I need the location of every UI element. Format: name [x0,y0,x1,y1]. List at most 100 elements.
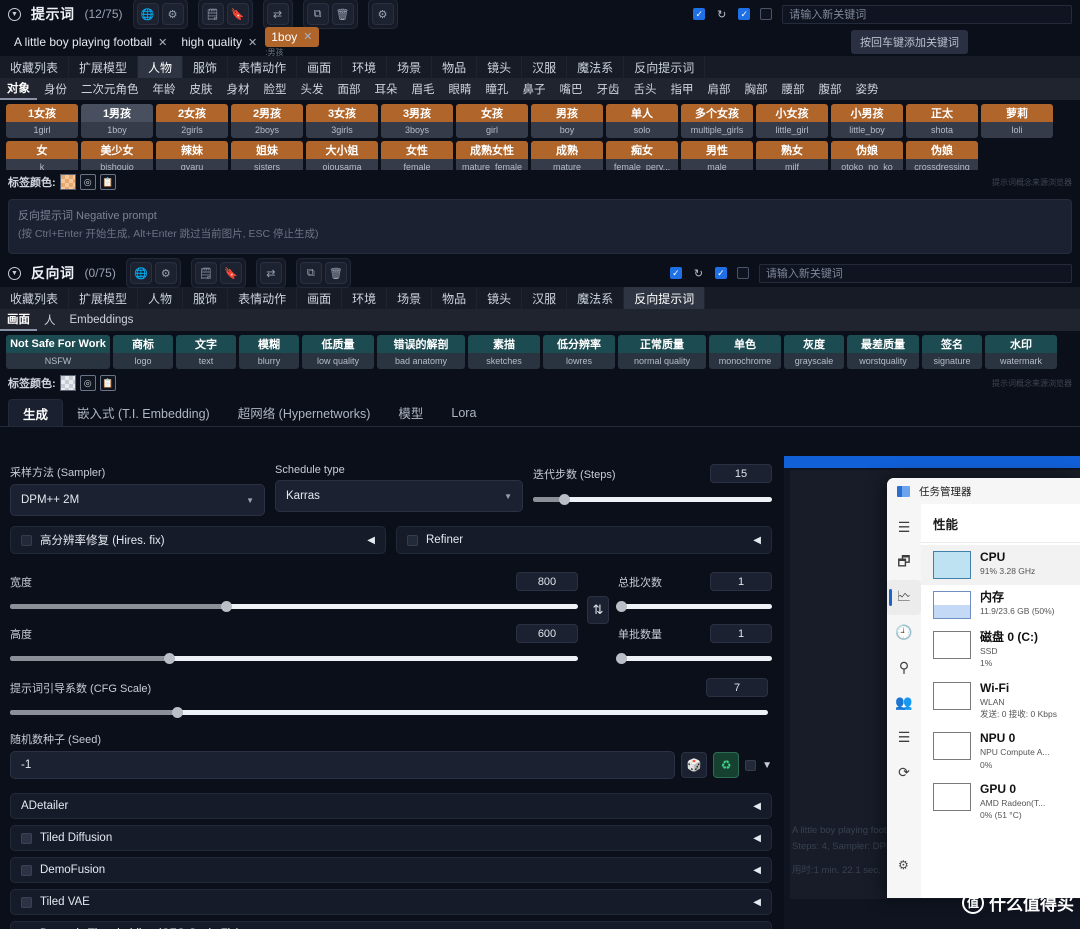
tag-otoko_no_ko[interactable]: 伪娘 otoko_no_ko [831,141,903,170]
swap-dimensions-button[interactable]: ⇅ [587,596,609,624]
keyword-input-positive[interactable]: 请输入新关键词 [782,4,1072,24]
performance-item-Wi-Fi[interactable]: Wi-Fi WLAN 发送: 0 接收: 0 Kbps [921,676,1080,727]
positive-category-收藏列表[interactable]: 收藏列表 [0,56,70,78]
positive-category-汉服[interactable]: 汉服 [522,56,568,78]
users-icon[interactable]: 👥 [887,685,921,720]
collapse-chevron-icon[interactable]: ▼ [8,7,21,21]
positive-subcategory-嘴巴[interactable]: 嘴巴 [553,78,590,100]
positive-subcategory-姿势[interactable]: 姿势 [849,78,886,100]
positive-subcategory-皮肤[interactable]: 皮肤 [183,78,220,100]
positive-subcategory-眉毛[interactable]: 眉毛 [405,78,442,100]
copy-icon[interactable]: ⧉ [299,262,322,284]
task-manager-window[interactable]: 任务管理器 ☰ 🗗 🗠 🕘 ⚲ 👥 ☰ ⟳ 性能 CPU 91% 3.28 GHz… [887,478,1080,898]
tag-gyaru[interactable]: 辣妹 gyaru [156,141,228,170]
tag-1girl[interactable]: 1女孩 1girl [6,104,78,138]
tag-2girls[interactable]: 2女孩 2girls [156,104,228,138]
tag-milf[interactable]: 熟女 milf [756,141,828,170]
negative-tag-sketches[interactable]: 素描 sketches [468,335,540,369]
paste-color-icon[interactable]: 📋 [99,174,116,190]
negative-tag-low quality[interactable]: 低质量 low quality [302,335,374,369]
keyword-input-negative[interactable]: 请输入新关键词 [758,263,1073,283]
positive-category-扩展模型[interactable]: 扩展模型 [69,56,139,78]
reset-color-icon[interactable]: ◎ [79,375,96,391]
negative-category-扩展模型[interactable]: 扩展模型 [69,287,139,309]
expand-triangle-icon[interactable]: ◀ [753,897,761,908]
tag-solo[interactable]: 单人 solo [606,104,678,138]
main-tab-生成[interactable]: 生成 [8,399,64,426]
batch-size-slider[interactable] [616,651,772,665]
height-value[interactable]: 600 [516,624,578,643]
positive-subcategory-指甲[interactable]: 指甲 [664,78,701,100]
toggle-translate-checkbox[interactable]: ✓ [738,8,751,20]
positive-category-表情动作[interactable]: 表情动作 [228,56,298,78]
tag-male[interactable]: 男性 male [681,141,753,170]
positive-subcategory-胸部[interactable]: 胸部 [738,78,775,100]
positive-category-人物[interactable]: 人物 [138,56,184,78]
negative-tag-text[interactable]: 文字 text [176,335,236,369]
tag-crossdressing[interactable]: 伪娘 crossdressing [906,141,978,170]
expand-triangle-icon[interactable]: ◀ [753,865,761,876]
positive-subcategory-年龄[interactable]: 年龄 [146,78,183,100]
cfg-scale-value[interactable]: 7 [706,678,768,697]
performance-item-CPU[interactable]: CPU 91% 3.28 GHz [921,545,1080,585]
random-seed-button[interactable]: 🎲 [681,752,708,778]
tag-mature_female[interactable]: 成熟女性 mature_female [456,141,528,170]
negative-category-魔法系[interactable]: 魔法系 [567,287,625,309]
negative-category-收藏列表[interactable]: 收藏列表 [0,287,70,309]
chevron-down-icon[interactable]: ▼ [762,760,772,771]
expand-triangle-icon[interactable]: ◀ [753,833,761,844]
accordion-Dynamic Thresholding (CFG Scale Fix)[interactable]: Dynamic Thresholding (CFG Scale Fix)◀ [10,921,772,929]
details-icon[interactable]: ☰ [887,720,921,755]
positive-subcategory-身份[interactable]: 身份 [37,78,74,100]
refresh-icon[interactable]: ↻ [692,267,705,280]
toggle-panel-checkbox[interactable] [760,8,773,20]
apps-icon[interactable]: 🗗 [887,545,921,580]
accordion-Tiled Diffusion[interactable]: Tiled Diffusion ◀ [10,825,772,851]
accordion-checkbox[interactable] [21,896,32,908]
list-add-icon[interactable]: 🗒 [194,262,217,284]
expand-triangle-icon[interactable]: ◀ [367,535,375,546]
bookmark-icon[interactable]: 🔖 [226,3,249,25]
tag-mature[interactable]: 成熟 mature [531,141,603,170]
negative-category-表情动作[interactable]: 表情动作 [228,287,298,309]
negative-prompt-textarea[interactable]: 反向提示词 Negative prompt (按 Ctrl+Enter 开始生成… [8,199,1072,254]
performance-item-NPU 0[interactable]: NPU 0 NPU Compute A... 0% [921,726,1080,777]
expand-triangle-icon[interactable]: ◀ [753,535,761,546]
negative-category-人物[interactable]: 人物 [138,287,184,309]
positive-subcategory-鼻子[interactable]: 鼻子 [516,78,553,100]
steps-slider[interactable] [533,492,772,506]
height-slider[interactable] [10,651,578,665]
toggle-auto-checkbox[interactable]: ✓ [669,267,682,279]
performance-item-磁盘 0 (C:)[interactable]: 磁盘 0 (C:) SSD 1% [921,625,1080,676]
performance-item-内存[interactable]: 内存 11.9/23.6 GB (50%) [921,585,1080,625]
negative-category-场景[interactable]: 场景 [387,287,433,309]
main-tab-Lora[interactable]: Lora [437,399,490,426]
positive-subcategory-舌头[interactable]: 舌头 [627,78,664,100]
tag-girl[interactable]: 女孩 girl [456,104,528,138]
gear-icon[interactable]: ⚙ [161,3,184,25]
negative-tag-NSFW[interactable]: Not Safe For Work NSFW [6,335,110,369]
tag-boy[interactable]: 男孩 boy [531,104,603,138]
performance-item-GPU 0[interactable]: GPU 0 AMD Radeon(T... 0% (51 °C) [921,777,1080,828]
history-icon[interactable]: 🕘 [887,615,921,650]
accordion-Tiled VAE[interactable]: Tiled VAE ◀ [10,889,772,915]
positive-category-服饰[interactable]: 服饰 [183,56,229,78]
tag-little_girl[interactable]: 小女孩 little_girl [756,104,828,138]
tag-multiple_girls[interactable]: 多个女孩 multiple_girls [681,104,753,138]
expand-triangle-icon[interactable]: ◀ [753,801,761,812]
negative-category-汉服[interactable]: 汉服 [522,287,568,309]
positive-subcategory-脸型[interactable]: 脸型 [257,78,294,100]
negative-tag-signature[interactable]: 签名 signature [922,335,982,369]
tag-female[interactable]: 女性 female [381,141,453,170]
extra-seed-checkbox[interactable] [745,759,757,771]
steps-value[interactable]: 15 [710,464,772,483]
negative-tag-lowres[interactable]: 低分辨率 lowres [543,335,615,369]
positive-subcategory-头发[interactable]: 头发 [294,78,331,100]
startup-icon[interactable]: ⚲ [887,650,921,685]
positive-category-画面[interactable]: 画面 [297,56,343,78]
reset-color-icon[interactable]: ◎ [79,174,96,190]
globe-icon[interactable]: 🌐 [129,262,152,284]
negative-category-画面[interactable]: 画面 [297,287,343,309]
accordion-DemoFusion[interactable]: DemoFusion ◀ [10,857,772,883]
positive-category-环境[interactable]: 环境 [342,56,388,78]
